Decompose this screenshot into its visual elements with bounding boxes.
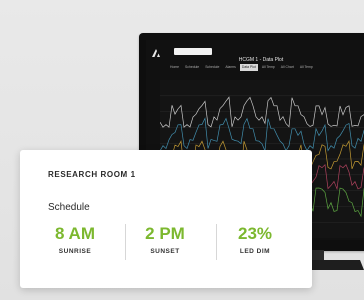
screen-tab[interactable]: All Chart [279, 64, 296, 71]
sunrise-label: SUNRISE [58, 248, 92, 255]
led-dim-label: LED DIM [239, 248, 271, 255]
stat-led-dim: 23% LED DIM [210, 222, 300, 255]
screen-tabs: Home Schedule Schedule Alarms Data Plot … [168, 64, 364, 71]
schedule-heading: Schedule [48, 202, 90, 213]
stat-sunrise: 8 AM SUNRISE [30, 222, 120, 255]
screen-tab[interactable]: Home [168, 64, 181, 71]
screen-tab-active[interactable]: Data Plot [239, 64, 258, 71]
plot-toolbar [162, 73, 364, 78]
plot-series-line [160, 117, 364, 152]
led-dim-value: 23% [237, 224, 273, 243]
screen-tab[interactable]: All Temp [260, 64, 277, 71]
sunset-value: 2 PM [145, 224, 185, 243]
app-logo-icon[interactable] [150, 47, 162, 59]
stat-sunset: 2 PM SUNSET [120, 222, 210, 255]
screen-tab[interactable]: Schedule [183, 64, 201, 71]
room-info-card: RESEARCH ROOM 1 Schedule 8 AM SUNRISE 2 … [20, 150, 312, 288]
schedule-stats: 8 AM SUNRISE 2 PM SUNSET 23% LED DIM [30, 222, 302, 266]
room-select[interactable] [174, 48, 212, 55]
room-title: RESEARCH ROOM 1 [48, 170, 136, 179]
screen-title: HCGM 1 - Data Plot [238, 57, 284, 63]
screen-tab[interactable]: Alarms [223, 64, 238, 71]
screen-tab[interactable]: Schedule [203, 64, 221, 71]
sunrise-value: 8 AM [55, 224, 95, 243]
sunset-label: SUNSET [150, 248, 180, 255]
scene: HCGM 1 - Data Plot Home Schedule Schedul… [0, 0, 364, 300]
screen-tab[interactable]: All Temp [298, 64, 315, 71]
plot-series-line [160, 96, 364, 128]
